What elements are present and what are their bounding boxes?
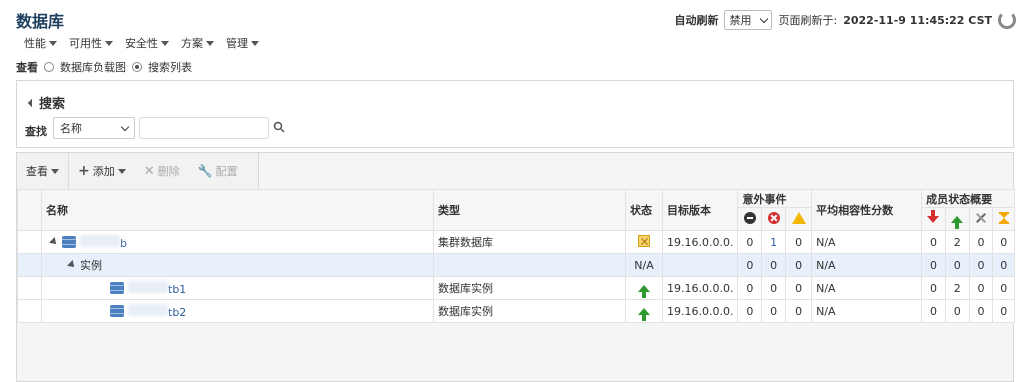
row-selector[interactable] [17, 253, 42, 277]
database-table: 名称 类型 状态 目标版本 意外事件 平均相容性分数 成员状态概要 b 集群数据… [17, 189, 1015, 323]
view-selector: 查看 数据库负载图 搜索列表 [16, 59, 192, 75]
view-option-load-chart[interactable]: 数据库负载图 [60, 59, 126, 75]
warning-icon [791, 211, 806, 224]
instance-name-link[interactable]: tb1 [128, 280, 186, 296]
col-members-down[interactable] [921, 207, 946, 231]
status-up-icon [638, 284, 650, 298]
auto-refresh-select[interactable]: 禁用 [724, 10, 773, 30]
main-menu: 性能 可用性 安全性 方案 管理 [24, 35, 259, 51]
toolbar-delete-button[interactable]: ✕ 删除 [135, 153, 189, 189]
search-header[interactable]: 搜索 [27, 93, 65, 112]
results-panel: 查看 + 添加 ✕ 删除 🔧 配置 名称 类型 状态 目标版本 意外事件 平均相… [16, 152, 1015, 382]
header: 数据库 性能 可用性 安全性 方案 管理 查看 数据库负载图 搜索列表 自动刷新… [0, 0, 1024, 76]
wrench-icon: 🔧 [197, 164, 213, 178]
status-up-icon [638, 307, 650, 321]
col-avg-compat[interactable]: 平均相容性分数 [811, 189, 923, 231]
chevron-down-icon [760, 14, 769, 23]
menu-performance[interactable]: 性能 [24, 35, 57, 51]
refresh-area: 自动刷新 禁用 页面刷新于: 2022-11-9 11:45:22 CST [674, 10, 1016, 30]
last-refresh-timestamp: 2022-11-9 11:45:22 CST [843, 13, 992, 27]
col-members-tools[interactable] [968, 207, 994, 231]
db-name-link[interactable]: b [80, 234, 127, 250]
row-selector[interactable] [17, 299, 42, 323]
toolbar-view-button[interactable]: 查看 [17, 153, 68, 189]
caret-down-icon [161, 40, 169, 46]
table-row[interactable]: tb1 数据库实例 19.16.0.0.0. 0 0 0 N/A 0 2 0 0 [17, 276, 1015, 300]
toolbar: 查看 + 添加 ✕ 删除 🔧 配置 [17, 153, 259, 189]
tree-expand-icon[interactable] [67, 260, 77, 270]
database-instance-icon [110, 305, 124, 317]
caret-down-icon [251, 40, 259, 46]
col-members-up[interactable] [944, 207, 970, 231]
search-panel: 搜索 查找 名称 [16, 80, 1014, 148]
tools-icon [975, 212, 987, 224]
col-incidents-critical[interactable] [761, 207, 787, 231]
refresh-icon[interactable] [998, 11, 1016, 29]
collapse-triangle-icon [27, 98, 37, 107]
hourglass-icon [998, 211, 1009, 224]
group-name: 实例 [80, 259, 102, 272]
arrow-up-icon [951, 215, 964, 229]
arrow-down-icon [927, 209, 940, 223]
radio-search-list[interactable] [132, 62, 142, 72]
menu-security[interactable]: 安全性 [125, 35, 169, 51]
col-incidents: 意外事件 [737, 189, 813, 208]
caret-down-icon [206, 40, 214, 46]
minus-circle-icon [743, 211, 756, 224]
plus-icon: + [78, 163, 90, 179]
critical-icon [767, 211, 780, 224]
col-name[interactable]: 名称 [41, 189, 434, 231]
auto-refresh-label: 自动刷新 [674, 14, 719, 27]
table-row[interactable]: b 集群数据库 19.16.0.0.0. 0 1 0 N/A 0 2 0 0 [17, 230, 1015, 254]
col-incidents-minus[interactable] [737, 207, 763, 231]
col-type[interactable]: 类型 [433, 189, 626, 231]
instance-name-link[interactable]: tb2 [128, 303, 186, 319]
chevron-down-icon [120, 122, 130, 131]
col-status[interactable]: 状态 [625, 189, 663, 231]
view-label: 查看 [16, 61, 38, 74]
find-field-select[interactable]: 名称 [53, 117, 135, 139]
last-refresh-label: 页面刷新于: [778, 14, 838, 27]
delete-x-icon: ✕ [143, 163, 155, 179]
search-icon[interactable] [273, 121, 285, 133]
col-incidents-warning[interactable] [785, 207, 813, 231]
cluster-database-icon [62, 236, 76, 248]
toolbar-add-button[interactable]: + 添加 [69, 153, 135, 189]
menu-availability[interactable]: 可用性 [69, 35, 113, 51]
col-target-version[interactable]: 目标版本 [661, 189, 739, 231]
search-input[interactable] [139, 117, 269, 139]
col-members-pending[interactable] [992, 207, 1015, 231]
caret-down-icon [117, 168, 126, 174]
table-row[interactable]: 实例 N/A 0 0 0 N/A 0 0 0 0 [17, 253, 1015, 277]
table-row[interactable]: tb2 数据库实例 19.16.0.0.0. 0 0 0 N/A 0 0 0 0 [17, 299, 1015, 323]
view-option-search-list[interactable]: 搜索列表 [148, 59, 192, 75]
caret-down-icon [49, 40, 57, 46]
caret-down-icon [105, 40, 113, 46]
database-instance-icon [110, 282, 124, 294]
col-member-status: 成员状态概要 [921, 189, 1015, 208]
page-title: 数据库 [16, 12, 65, 31]
row-selector[interactable] [17, 276, 42, 300]
row-selector[interactable] [17, 230, 42, 254]
menu-schema[interactable]: 方案 [181, 35, 214, 51]
caret-down-icon [51, 168, 59, 174]
toolbar-config-button[interactable]: 🔧 配置 [189, 153, 247, 189]
radio-load-chart[interactable] [44, 62, 54, 72]
find-label: 查找 [25, 125, 47, 138]
menu-admin[interactable]: 管理 [226, 35, 259, 51]
status-unknown-icon [638, 234, 650, 247]
tree-expand-icon[interactable] [49, 237, 59, 247]
row-selector-header [17, 189, 42, 231]
